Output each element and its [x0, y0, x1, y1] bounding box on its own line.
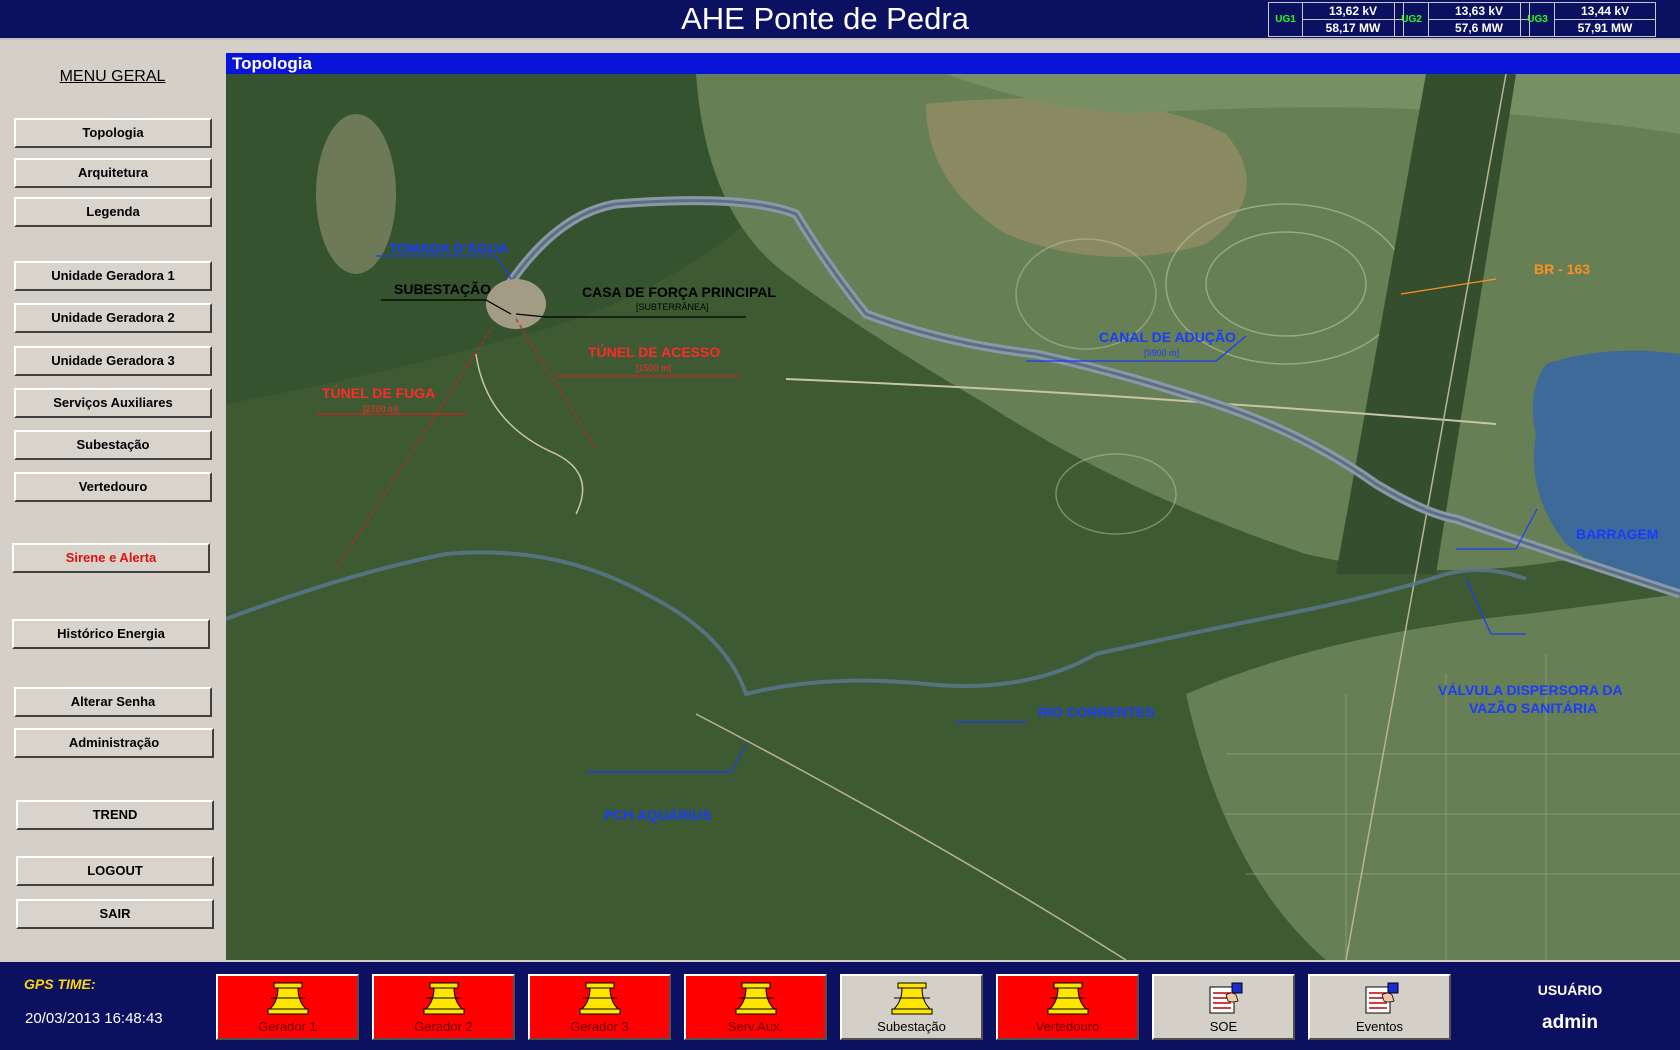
vertedouro-alarm-button[interactable]: Vertedouro: [996, 974, 1139, 1040]
label-tunel-de-acesso-sub: [1500 m]: [636, 363, 672, 373]
alarm-bell-icon: [267, 982, 308, 1015]
vertedouro-label: Vertedouro: [1035, 1019, 1100, 1034]
gps-time-label: GPS TIME:: [24, 976, 96, 992]
menu-vertedouro-button[interactable]: Vertedouro: [14, 472, 212, 502]
title-bar: AHE Ponte de Pedra UG1 13,62 kV 58,17 MW…: [0, 0, 1680, 40]
label-rio-correntes: RIO CORRENTES: [1038, 704, 1155, 720]
sidebar-menu: MENU GERAL Topologia Arquitetura Legenda…: [0, 40, 225, 962]
menu-administracao-button[interactable]: Administração: [14, 728, 214, 758]
satellite-map-image: [226, 74, 1680, 960]
label-tunel-de-fuga-sub: [2700 m]: [363, 404, 399, 414]
user-label: USUÁRIO: [1537, 982, 1603, 998]
ug1-voltage: 13,62 kV: [1303, 3, 1403, 20]
ug1-label: UG1: [1269, 3, 1303, 36]
event-list-icon: [1365, 982, 1398, 1014]
alarm-bell-icon: [735, 982, 776, 1015]
event-list-icon: [1209, 982, 1242, 1014]
menu-unidade-geradora-1-button[interactable]: Unidade Geradora 1: [14, 261, 212, 291]
ug3-status: UG3 13,44 kV 57,91 MW: [1520, 2, 1656, 37]
ug3-power: 57,91 MW: [1577, 21, 1633, 35]
menu-trend-button[interactable]: TREND: [16, 800, 214, 830]
gerador-1-alarm-button[interactable]: Gerador 1: [216, 974, 359, 1040]
panel-title: Topologia: [226, 53, 1680, 74]
sair-button[interactable]: SAIR: [16, 899, 214, 929]
menu-legenda-button[interactable]: Legenda: [14, 197, 212, 227]
soe-label: SOE: [1209, 1019, 1238, 1034]
label-canal-de-aducao: CANAL DE ADUÇÃO: [1099, 329, 1236, 345]
ug3-label: UG3: [1521, 3, 1555, 36]
menu-alterar-senha-button[interactable]: Alterar Senha: [14, 687, 212, 717]
soe-button[interactable]: SOE: [1152, 974, 1295, 1040]
alarm-bell-icon: [1047, 982, 1088, 1015]
serv-aux-label: Serv.Aux.: [727, 1019, 784, 1034]
label-pch-aquarius: PCH AQUÁRIUS: [604, 807, 712, 823]
menu-unidade-geradora-3-button[interactable]: Unidade Geradora 3: [14, 346, 212, 376]
ug2-status: UG2 13,63 kV 57,6 MW: [1394, 2, 1530, 37]
menu-sirene-alerta-button[interactable]: Sirene e Alerta: [12, 543, 210, 573]
gerador-2-label: Gerador 2: [414, 1019, 473, 1034]
menu-servicos-auxiliares-button[interactable]: Serviços Auxiliares: [14, 388, 212, 418]
alarm-bell-icon: [579, 982, 620, 1015]
ug3-voltage: 13,44 kV: [1555, 3, 1655, 20]
topology-map: TOMADA D'ÁGUA SUBESTAÇÃO CASA DE FORÇA P…: [226, 74, 1680, 960]
menu-title: MENU GERAL: [59, 68, 166, 85]
label-barragem: BARRAGEM: [1576, 526, 1659, 542]
eventos-button[interactable]: Eventos: [1308, 974, 1451, 1040]
gerador-2-alarm-button[interactable]: Gerador 2: [372, 974, 515, 1040]
label-valvula-dispersora-2: VAZÃO SANITÁRIA: [1469, 700, 1598, 716]
serv-aux-alarm-button[interactable]: Serv.Aux.: [684, 974, 827, 1040]
eventos-label: Eventos: [1356, 1019, 1403, 1034]
alarm-bell-icon: [891, 982, 932, 1015]
ug1-status: UG1 13,62 kV 58,17 MW: [1268, 2, 1404, 37]
gerador-3-alarm-button[interactable]: Gerador 3: [528, 974, 671, 1040]
gps-time-value: 20/03/2013 16:48:43: [25, 1010, 163, 1027]
label-tunel-de-acesso: TÚNEL DE ACESSO: [588, 344, 721, 360]
menu-subestacao-button[interactable]: Subestação: [14, 430, 212, 460]
gerador-3-label: Gerador 3: [570, 1019, 629, 1034]
label-tomada-dagua: TOMADA D'ÁGUA: [389, 240, 509, 256]
label-casa-de-forca: CASA DE FORÇA PRINCIPAL: [582, 284, 776, 300]
menu-unidade-geradora-2-button[interactable]: Unidade Geradora 2: [14, 303, 212, 333]
label-tunel-de-fuga: TÚNEL DE FUGA: [322, 385, 436, 401]
ug2-voltage: 13,63 kV: [1429, 3, 1529, 20]
label-casa-de-forca-sub: [SUBTERRÂNEA]: [636, 302, 709, 312]
alarm-bell-icon: [423, 982, 464, 1015]
label-subestacao: SUBESTAÇÃO: [394, 281, 491, 297]
label-br-163: BR - 163: [1534, 261, 1591, 277]
menu-historico-energia-button[interactable]: Histórico Energia: [12, 619, 210, 649]
subestacao-alarm-button[interactable]: Subestação: [840, 974, 983, 1040]
ug2-label: UG2: [1395, 3, 1429, 36]
label-valvula-dispersora-1: VÁLVULA DISPERSORA DA: [1438, 682, 1623, 698]
subestacao-label: Subestação: [877, 1019, 946, 1034]
ug1-power: 58,17 MW: [1325, 21, 1381, 35]
ug2-power: 57,6 MW: [1454, 21, 1503, 35]
user-name: admin: [1542, 1012, 1598, 1033]
logout-button[interactable]: LOGOUT: [16, 856, 214, 886]
status-bar: GPS TIME: 20/03/2013 16:48:43 Gerador 1 …: [0, 962, 1680, 1050]
gerador-1-label: Gerador 1: [258, 1019, 317, 1034]
menu-topologia-button[interactable]: Topologia: [14, 118, 212, 148]
label-canal-de-aducao-sub: [9900 m]: [1144, 348, 1180, 358]
menu-arquitetura-button[interactable]: Arquitetura: [14, 158, 212, 188]
